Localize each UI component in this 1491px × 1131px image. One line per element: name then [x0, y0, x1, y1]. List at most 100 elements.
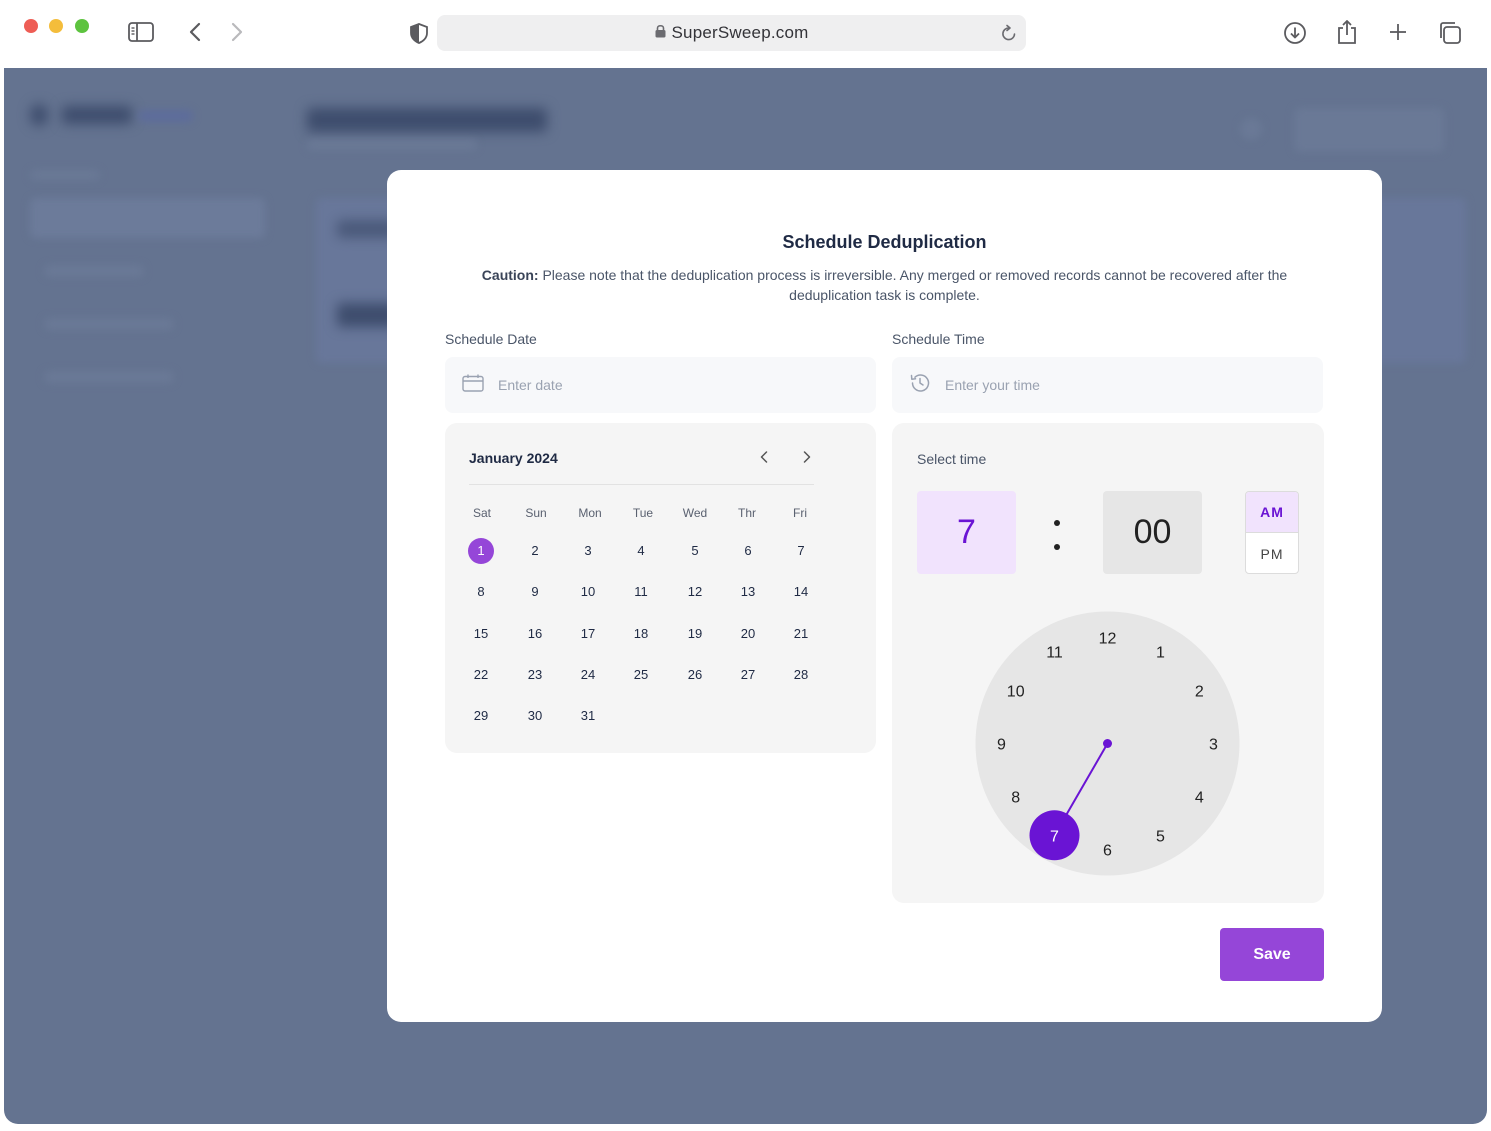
calendar-day[interactable]: 21 — [788, 621, 814, 647]
lock-icon — [655, 24, 666, 43]
hour-display[interactable]: 7 — [917, 491, 1016, 574]
calendar-day[interactable]: 11 — [628, 579, 654, 605]
back-icon[interactable] — [185, 21, 205, 43]
page-subheading — [307, 140, 477, 150]
calendar-day[interactable]: 9 — [522, 579, 548, 605]
prev-month-chevron-icon[interactable] — [752, 445, 776, 469]
reload-icon[interactable] — [1001, 24, 1017, 47]
clock-number-3[interactable]: 3 — [1209, 737, 1218, 754]
weekday-header: Fri — [793, 506, 807, 520]
url-text: SuperSweep.com — [671, 23, 809, 42]
calendar-day[interactable]: 10 — [575, 579, 601, 605]
clock-number-4[interactable]: 4 — [1195, 790, 1204, 807]
clock-number-8[interactable]: 8 — [1011, 790, 1020, 807]
calendar-day[interactable]: 4 — [628, 538, 654, 564]
app-logo-text — [62, 106, 132, 124]
sidebar-item — [44, 265, 144, 277]
schedule-date-input[interactable] — [498, 377, 838, 393]
time-picker: Select time 7 00 AM PM 12 1 2 3 4 5 6 7 8 9 10 11 — [892, 423, 1324, 903]
new-tab-icon[interactable] — [1387, 21, 1409, 43]
calendar-day[interactable]: 16 — [522, 621, 548, 647]
sidebar-item — [30, 198, 265, 238]
header-icon — [1240, 118, 1262, 140]
caution-text: Please note that the deduplication proce… — [538, 267, 1288, 303]
calendar-day[interactable]: 23 — [522, 662, 548, 688]
clock-number-7[interactable]: 7 — [1050, 828, 1059, 845]
calendar-day[interactable]: 30 — [522, 703, 548, 729]
calendar-day[interactable]: 27 — [735, 662, 761, 688]
calendar-day-selected[interactable]: 1 — [468, 538, 494, 564]
app-logo-subtext — [138, 110, 193, 122]
calendar-divider — [469, 484, 814, 485]
address-bar[interactable]: SuperSweep.com — [437, 15, 1026, 51]
date-picker-calendar: January 2024 Sat Sun Mon Tue Wed Thr Fri 12345… — [445, 423, 876, 753]
calendar-day[interactable]: 28 — [788, 662, 814, 688]
clock-number-9[interactable]: 9 — [997, 737, 1006, 754]
save-button[interactable]: Save — [1220, 928, 1324, 981]
history-clock-icon — [909, 372, 931, 399]
next-month-chevron-icon[interactable] — [795, 445, 819, 469]
caution-message: Caution: Please note that the deduplicat… — [447, 265, 1322, 305]
select-time-label: Select time — [917, 451, 987, 467]
calendar-day[interactable]: 19 — [682, 621, 708, 647]
page-heading — [307, 108, 547, 132]
weekday-header: Thr — [738, 506, 756, 520]
calendar-day[interactable]: 20 — [735, 621, 761, 647]
sidebar-item — [44, 318, 174, 330]
modal-title: Schedule Deduplication — [782, 232, 987, 252]
maximize-window-button[interactable] — [75, 19, 89, 33]
caution-label: Caution: — [481, 267, 539, 283]
calendar-day[interactable]: 25 — [628, 662, 654, 688]
clock-number-10[interactable]: 10 — [1007, 684, 1025, 701]
calendar-day[interactable]: 5 — [682, 538, 708, 564]
weekday-header: Wed — [682, 506, 708, 520]
clock-number-2[interactable]: 2 — [1195, 684, 1204, 701]
clock-number-6[interactable]: 6 — [1103, 843, 1112, 860]
am-button[interactable]: AM — [1246, 492, 1298, 533]
calendar-day[interactable]: 31 — [575, 703, 601, 729]
calendar-day[interactable]: 17 — [575, 621, 601, 647]
sidebar-item — [44, 371, 174, 383]
sidebar-toggle-icon[interactable] — [128, 21, 154, 43]
calendar-day[interactable]: 15 — [468, 621, 494, 647]
share-icon[interactable] — [1335, 19, 1359, 45]
calendar-day[interactable]: 3 — [575, 538, 601, 564]
pm-button[interactable]: PM — [1246, 533, 1298, 573]
close-window-button[interactable] — [24, 19, 38, 33]
calendar-day[interactable]: 14 — [788, 579, 814, 605]
time-separator — [1054, 516, 1060, 550]
schedule-date-label: Schedule Date — [445, 331, 537, 347]
clock-center-dot — [1103, 739, 1112, 748]
schedule-time-input[interactable] — [945, 377, 1285, 393]
clock-number-12[interactable]: 12 — [1099, 631, 1117, 648]
minute-display[interactable]: 00 — [1103, 491, 1202, 574]
schedule-date-field[interactable] — [445, 357, 876, 413]
minimize-window-button[interactable] — [49, 19, 63, 33]
calendar-day[interactable]: 8 — [468, 579, 494, 605]
clock-number-11[interactable]: 11 — [1046, 645, 1063, 662]
calendar-day[interactable]: 7 — [788, 538, 814, 564]
calendar-day[interactable]: 12 — [682, 579, 708, 605]
clock-number-5[interactable]: 5 — [1156, 828, 1165, 845]
browser-toolbar: SuperSweep.com — [0, 0, 1491, 68]
schedule-deduplication-modal: Schedule Deduplication Caution: Please n… — [387, 170, 1382, 1022]
forward-icon[interactable] — [227, 21, 247, 43]
calendar-day[interactable]: 6 — [735, 538, 761, 564]
calendar-day[interactable]: 22 — [468, 662, 494, 688]
calendar-day[interactable]: 18 — [628, 621, 654, 647]
weekday-header: Tue — [632, 506, 654, 520]
app-logo — [30, 104, 48, 126]
calendar-day[interactable]: 13 — [735, 579, 761, 605]
calendar-day[interactable]: 24 — [575, 662, 601, 688]
schedule-time-field[interactable] — [892, 357, 1323, 413]
clock-number-1[interactable]: 1 — [1156, 645, 1165, 662]
calendar-day[interactable]: 2 — [522, 538, 548, 564]
header-button — [1294, 108, 1444, 152]
shield-icon[interactable] — [408, 22, 430, 44]
calendar-day[interactable]: 29 — [468, 703, 494, 729]
download-icon[interactable] — [1283, 21, 1307, 45]
schedule-time-label: Schedule Time — [892, 331, 985, 347]
calendar-day[interactable]: 26 — [682, 662, 708, 688]
tabs-overview-icon[interactable] — [1438, 21, 1462, 45]
clock-face[interactable]: 121234567891011 — [975, 611, 1240, 876]
